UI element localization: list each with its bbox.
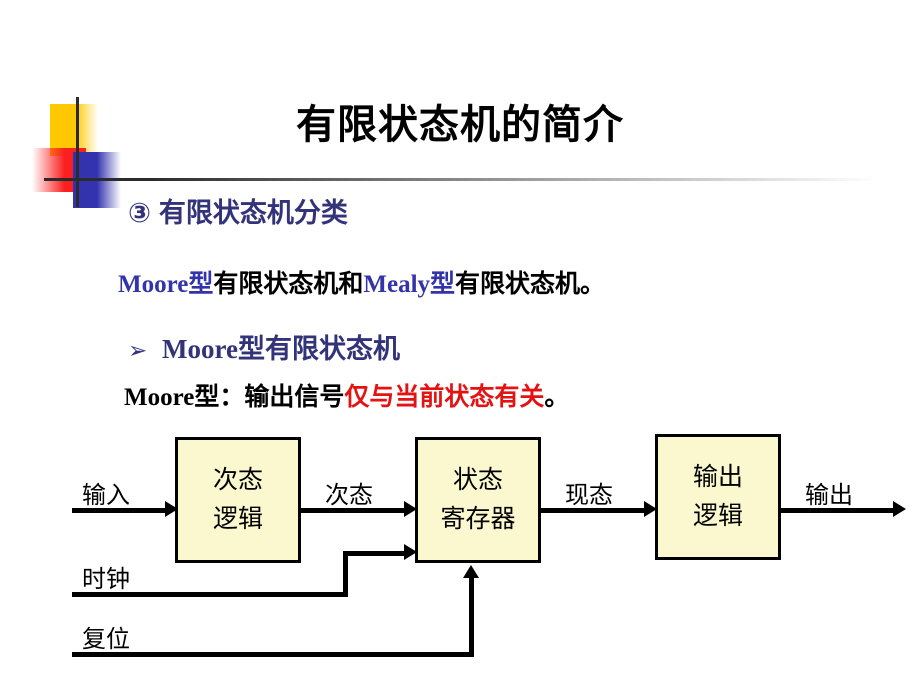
decor-horizontal-rule: [44, 178, 904, 181]
label-output: 输出: [805, 481, 853, 509]
arrowhead-clock: [404, 544, 417, 560]
moore-term: Moore: [118, 271, 189, 298]
mealy-term: Mealy: [363, 271, 431, 298]
fsm-types-line: Moore型有限状态机和Mealy型有限状态机。: [118, 264, 605, 300]
block-next-state-logic-line1: 次态: [212, 465, 263, 495]
moore-definition-latin: Moore: [124, 384, 195, 411]
moore-subheading: ➢ Moore型有限状态机: [128, 327, 400, 366]
moore-term-suffix: 型: [188, 271, 214, 298]
wire-reset-riser: [469, 578, 474, 657]
block-next-state-logic: 次态 逻辑: [175, 437, 301, 563]
label-clock: 时钟: [82, 565, 130, 593]
moore-definition-line: Moore型：输出信号仅与当前状态有关。: [124, 377, 569, 413]
arrow-bullet-icon: ➢: [128, 338, 148, 364]
block-state-register-line1: 状态: [452, 465, 503, 495]
block-output-logic-line2: 逻辑: [692, 501, 743, 530]
label-reset: 复位: [82, 625, 130, 653]
moore-definition-suffix: 。: [544, 384, 570, 411]
arrowhead-output: [893, 501, 906, 517]
wire-reset-horizontal: [72, 652, 474, 657]
wire-clock-into-register: [343, 551, 409, 556]
wire-clock-riser: [343, 551, 348, 597]
page-title: 有限状态机的简介: [296, 102, 624, 148]
moore-definition-prefix: 型：输出信号: [194, 384, 345, 411]
block-next-state-logic-line2: 逻辑: [212, 504, 263, 533]
types-line-mid: 有限状态机和: [213, 271, 364, 298]
arrowhead-reset: [463, 565, 479, 578]
block-state-register: 状态 寄存器: [415, 437, 541, 563]
block-output-logic-line1: 输出: [692, 462, 743, 492]
label-input: 输入: [82, 481, 130, 509]
section-heading: ③ 有限状态机分类: [128, 191, 348, 230]
types-line-tail: 有限状态机。: [455, 271, 606, 298]
section-marker: ③: [128, 198, 151, 229]
label-next-state: 次态: [325, 481, 373, 509]
section-heading-label: 有限状态机分类: [158, 198, 348, 229]
mealy-term-suffix: 型: [430, 271, 456, 298]
moore-definition-highlight: 仅与当前状态有关: [344, 384, 545, 411]
moore-subheading-text: 型有限状态机: [237, 334, 400, 364]
block-state-register-line2: 寄存器: [440, 504, 516, 533]
slide-canvas: 有限状态机的简介 ③ 有限状态机分类 Moore型有限状态机和Mealy型有限状态…: [0, 0, 920, 690]
block-output-logic: 输出 逻辑: [655, 434, 781, 560]
moore-subheading-latin: Moore: [162, 334, 238, 364]
label-current-state: 现态: [565, 481, 613, 509]
